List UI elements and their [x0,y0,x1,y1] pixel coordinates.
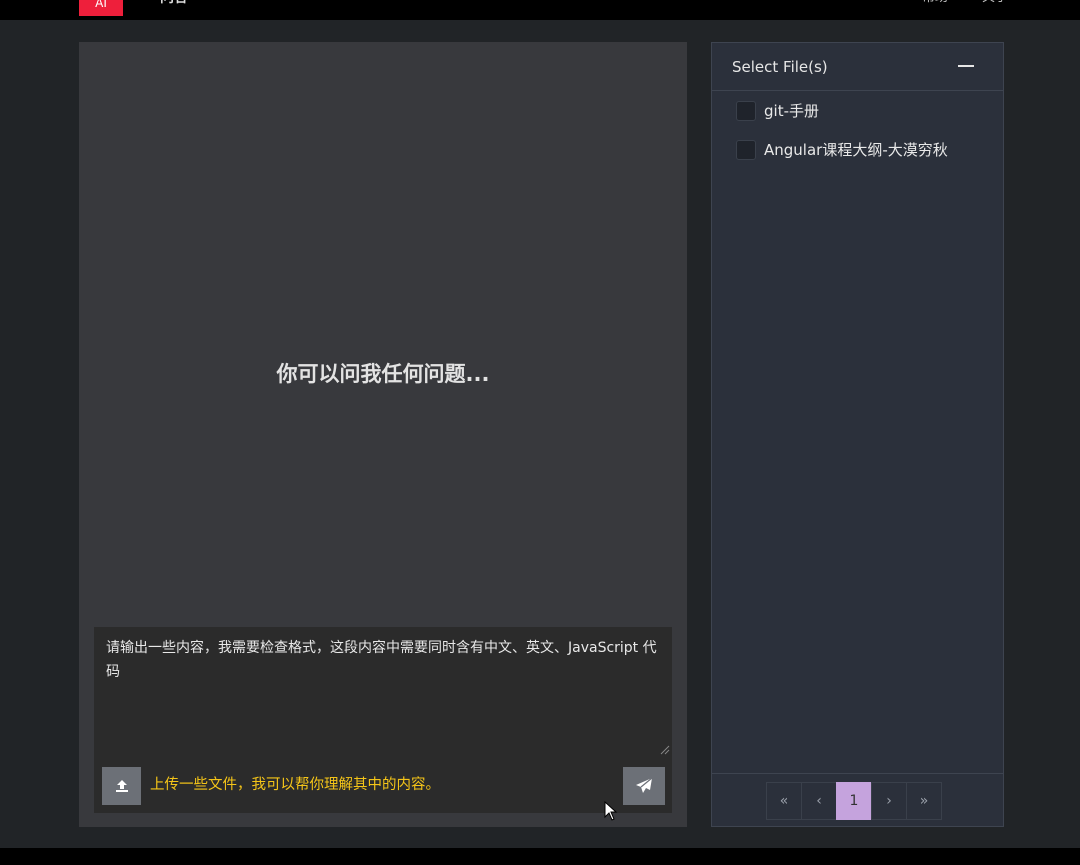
nav-link-about[interactable]: 关于 [982,0,1008,5]
file-checkbox[interactable] [736,101,756,121]
brand-logo[interactable]: AI [79,0,123,16]
upload-hint: 上传一些文件，我可以帮你理解其中的内容。 [150,777,440,793]
mouse-cursor-icon [604,801,618,821]
send-button[interactable] [623,767,665,805]
file-panel-header: Select File(s) [712,43,1003,91]
file-item-label: git-手册 [764,102,819,120]
chat-panel: 你可以问我任何问题... 请输出一些内容，我需要检查格式，这段内容中需要同时含有… [79,42,687,827]
brand-name[interactable]: 问答 [160,0,188,5]
file-select-panel: Select File(s) git-手册 Angular课程大纲-大漠穷秋 «… [711,42,1004,827]
file-item-label: Angular课程大纲-大漠穷秋 [764,141,948,159]
file-checkbox[interactable] [736,140,756,160]
pagination: « ‹ 1 › » [766,782,942,820]
collapse-icon[interactable] [958,65,974,67]
pagination-bar: « ‹ 1 › » [712,773,1003,826]
nav-link-help[interactable]: 帮助 [922,0,948,5]
upload-icon [115,780,128,792]
top-navbar: AI 问答 帮助 关于 [0,0,1080,20]
file-panel-title: Select File(s) [732,58,828,76]
upload-button[interactable] [102,767,141,805]
file-item[interactable]: Angular课程大纲-大漠穷秋 [736,138,948,162]
next-page-button[interactable]: › [871,782,907,820]
bottom-bar [0,848,1080,865]
message-composer: 请输出一些内容，我需要检查格式，这段内容中需要同时含有中文、英文、JavaScr… [94,627,672,813]
file-item[interactable]: git-手册 [736,99,819,123]
prev-page-button[interactable]: ‹ [801,782,837,820]
page-1-button[interactable]: 1 [836,782,872,820]
empty-chat-hint: 你可以问我任何问题... [276,362,490,386]
first-page-button[interactable]: « [766,782,802,820]
last-page-button[interactable]: » [906,782,942,820]
message-input[interactable]: 请输出一些内容，我需要检查格式，这段内容中需要同时含有中文、英文、JavaScr… [94,627,672,759]
paper-plane-icon [636,777,653,793]
resize-grip-icon[interactable] [660,745,670,755]
